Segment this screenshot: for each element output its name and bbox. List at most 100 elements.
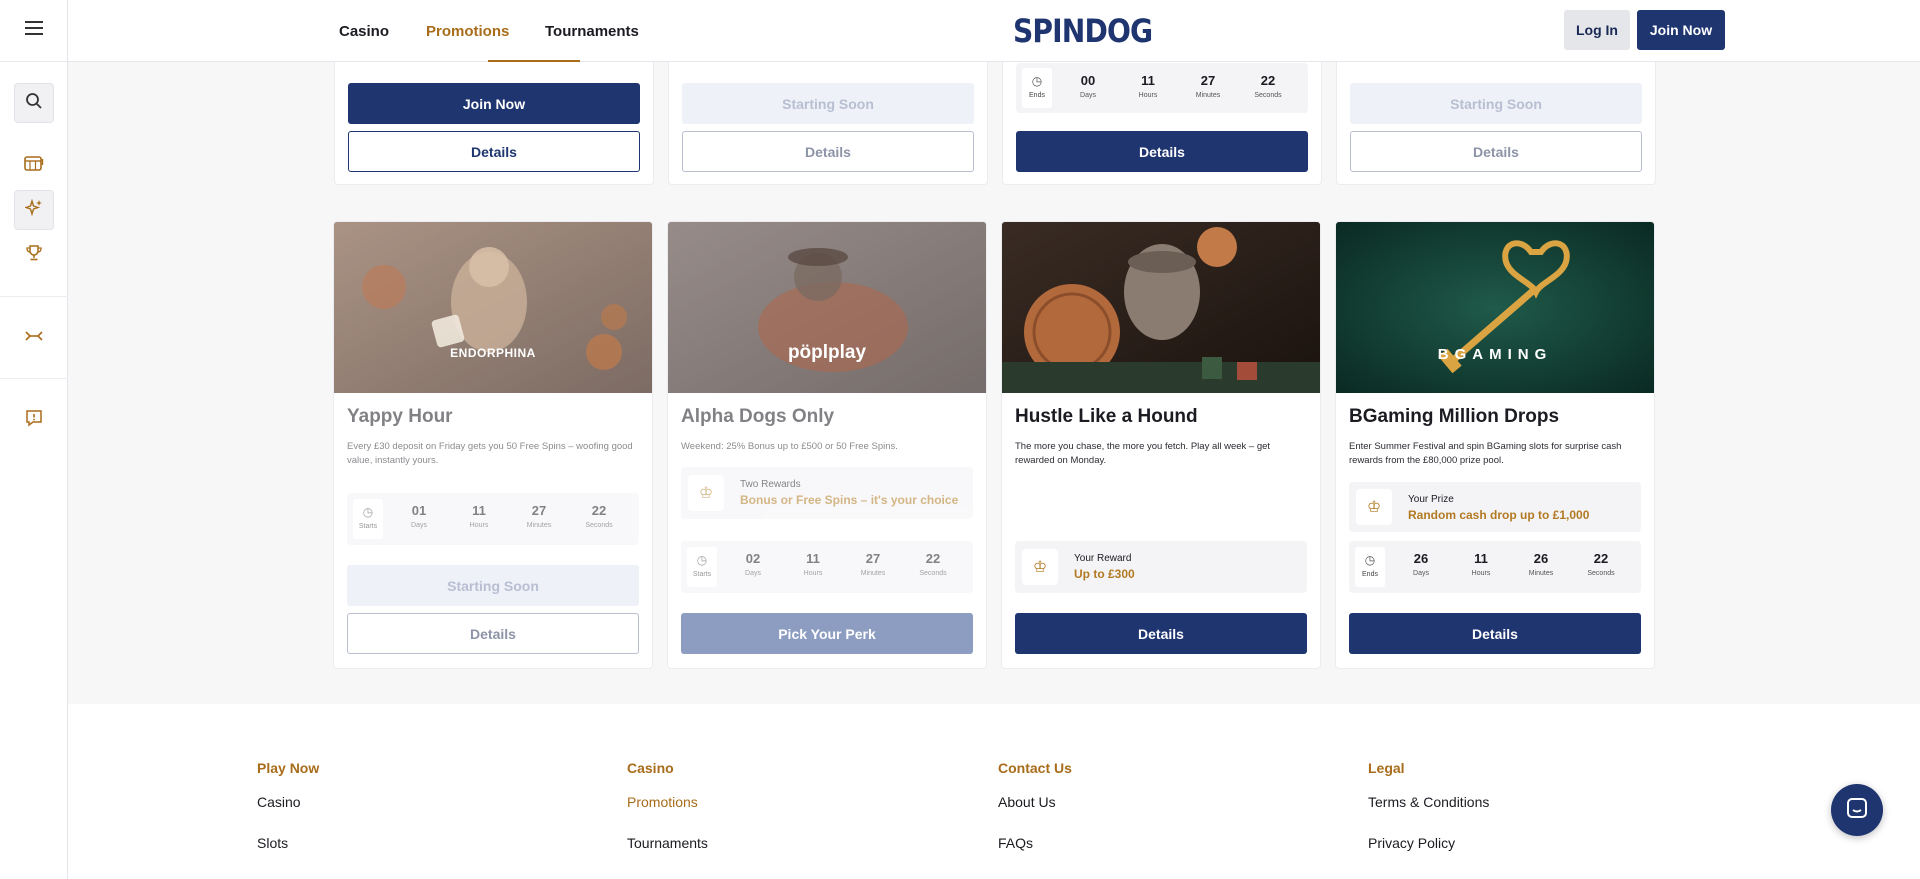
sidebar-item-slots[interactable] xyxy=(14,145,54,185)
promo-description: Enter Summer Festival and spin BGaming s… xyxy=(1349,441,1622,466)
promotions-icon xyxy=(23,198,43,222)
countdown-hours: 11 Hours xyxy=(803,551,823,577)
countdown-icon-box: ◷ Ends xyxy=(1022,68,1052,108)
countdown-minutes: 27 Minutes xyxy=(526,503,552,529)
promo-description: The more you chase, the more you fetch. … xyxy=(1015,441,1271,466)
countdown-hours: 11 Hours xyxy=(1138,73,1158,99)
details-button[interactable]: Details xyxy=(1350,131,1642,172)
footer-link-faqs[interactable]: FAQs xyxy=(998,835,1033,851)
countdown-hours: 11 Hours xyxy=(1471,551,1491,577)
countdown-icon-box: ◷ Ends xyxy=(1355,547,1385,587)
details-button[interactable]: Details xyxy=(1016,131,1308,172)
reward-label: Your Reward xyxy=(1074,553,1132,564)
footer-link-tournaments[interactable]: Tournaments xyxy=(627,835,708,851)
footer-link-terms[interactable]: Terms & Conditions xyxy=(1368,794,1489,810)
footer-link-about-us[interactable]: About Us xyxy=(998,794,1056,810)
sidebar-item-promotions[interactable] xyxy=(14,190,54,230)
trophy-icon xyxy=(25,244,43,267)
details-button[interactable]: Details xyxy=(1015,613,1307,654)
footer-heading-casino: Casino xyxy=(627,760,674,776)
footer-heading-legal: Legal xyxy=(1368,760,1405,776)
starting-soon-button: Starting Soon xyxy=(347,565,639,606)
promo-card-hustle-like-a-hound: Hustle Like a Hound The more you chase, … xyxy=(1001,221,1321,669)
promo-description: Weekend: 25% Bonus up to £500 or 50 Free… xyxy=(681,441,898,452)
login-button[interactable]: Log In xyxy=(1564,10,1630,50)
chat-icon xyxy=(1845,796,1869,825)
promo-title: Yappy Hour xyxy=(347,406,453,427)
footer-link-promotions[interactable]: Promotions xyxy=(627,794,698,810)
reward-box: ♔ Two Rewards Bonus or Free Spins – it's… xyxy=(681,467,973,519)
footer: Play Now Casino Slots Casino Promotions … xyxy=(68,704,1920,879)
details-button[interactable]: Details xyxy=(347,613,639,654)
nav-tournaments[interactable]: Tournaments xyxy=(545,0,639,62)
countdown-label: Ends xyxy=(1029,92,1045,99)
sidebar-item-help[interactable] xyxy=(14,400,54,440)
sidebar xyxy=(0,0,68,879)
promo-title: Hustle Like a Hound xyxy=(1015,406,1198,427)
sidebar-item-tournaments[interactable] xyxy=(14,235,54,275)
footer-link-privacy[interactable]: Privacy Policy xyxy=(1368,835,1455,851)
nav-promotions[interactable]: Promotions xyxy=(426,0,509,62)
reward-value: Up to £300 xyxy=(1074,567,1135,581)
sidebar-divider xyxy=(0,296,68,297)
countdown-seconds: 22 Seconds xyxy=(1254,73,1282,99)
details-button[interactable]: Details xyxy=(348,131,640,172)
sports-icon xyxy=(24,329,44,348)
countdown-days: 02 Days xyxy=(745,551,761,577)
clock-icon: ◷ xyxy=(1364,553,1376,567)
pick-your-perk-button[interactable]: Pick Your Perk xyxy=(681,613,973,654)
countdown-label: Ends xyxy=(1362,571,1378,578)
search-icon xyxy=(25,92,43,115)
slots-icon xyxy=(24,154,44,177)
countdown-timer: ◷ Ends 00 Days 11 Hours 27 Minutes 22 Second… xyxy=(1016,63,1308,113)
countdown-timer: ◷ Starts 02 Days 11 Hours 27 Minutes 22 Seco… xyxy=(681,541,973,593)
help-icon xyxy=(25,409,43,432)
sidebar-top xyxy=(0,0,67,62)
footer-heading-play-now: Play Now xyxy=(257,760,320,776)
countdown-days: 01 Days xyxy=(411,503,427,529)
provider-logo: pöplplay xyxy=(787,342,867,363)
countdown-icon-box: ◷ Starts xyxy=(687,547,717,587)
countdown-seconds: 22 Seconds xyxy=(1587,551,1615,577)
spindog-logo[interactable]: SPINDOG xyxy=(1013,12,1153,50)
promo-card-yappy-hour: ENDORPHINA Yappy Hour Every £30 deposit … xyxy=(333,221,653,669)
clock-icon: ◷ xyxy=(696,553,708,567)
crown-icon: ♔ xyxy=(1356,489,1392,525)
countdown-days: 00 Days xyxy=(1080,73,1096,99)
details-button[interactable]: Details xyxy=(682,131,974,172)
promo-image[interactable]: BGAMING xyxy=(1336,222,1654,393)
promo-image[interactable]: ENDORPHINA xyxy=(334,222,652,393)
promo-title: Alpha Dogs Only xyxy=(681,406,835,427)
nav-casino[interactable]: Casino xyxy=(339,0,389,62)
countdown-label: Starts xyxy=(692,571,712,578)
footer-heading-contact-us: Contact Us xyxy=(998,760,1072,776)
promo-title: BGaming Million Drops xyxy=(1349,406,1560,427)
join-now-button[interactable]: Join Now xyxy=(1637,10,1725,50)
starting-soon-button: Starting Soon xyxy=(1350,83,1642,124)
promo-image[interactable] xyxy=(1002,222,1320,393)
join-now-button[interactable]: Join Now xyxy=(348,83,640,124)
countdown-icon-box: ◷ Starts xyxy=(353,499,383,539)
search-button[interactable] xyxy=(14,83,54,123)
countdown-seconds: 22 Seconds xyxy=(585,503,613,529)
countdown-label: Starts xyxy=(358,523,378,530)
crown-icon: ♔ xyxy=(1022,549,1058,585)
footer-link-slots[interactable]: Slots xyxy=(257,835,288,851)
clock-icon: ◷ xyxy=(1031,74,1043,88)
provider-logo: BGAMING xyxy=(1437,346,1553,363)
countdown-minutes: 26 Minutes xyxy=(1528,551,1554,577)
footer-link-casino[interactable]: Casino xyxy=(257,794,301,810)
provider-logo: ENDORPHINA xyxy=(450,346,536,360)
reward-value: Random cash drop up to £1,000 xyxy=(1408,508,1590,522)
details-button[interactable]: Details xyxy=(1349,613,1641,654)
clock-icon: ◷ xyxy=(362,505,374,519)
countdown-minutes: 27 Minutes xyxy=(1195,73,1221,99)
sidebar-item-sports[interactable] xyxy=(14,318,54,358)
countdown-timer: ◷ Starts 01 Days 11 Hours 27 Minutes 22 Seco… xyxy=(347,493,639,545)
promo-image[interactable]: pöplplay xyxy=(668,222,986,393)
menu-icon[interactable] xyxy=(24,21,43,40)
live-chat-button[interactable] xyxy=(1831,784,1883,836)
reward-label: Your Prize xyxy=(1408,494,1454,505)
countdown-seconds: 22 Seconds xyxy=(919,551,947,577)
reward-value: Bonus or Free Spins – it's your choice xyxy=(740,493,959,507)
